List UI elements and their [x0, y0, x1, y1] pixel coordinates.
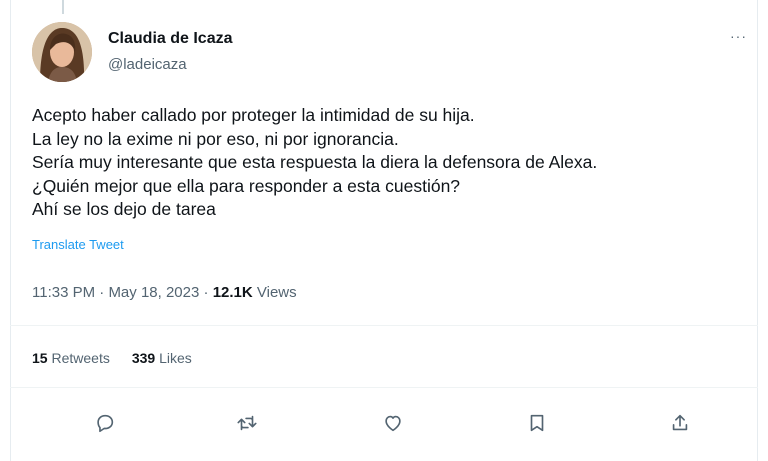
retweet-button[interactable] — [234, 410, 260, 436]
retweets-count: 15 — [32, 350, 48, 366]
likes-count: 339 — [131, 350, 156, 366]
author-handle[interactable]: @ladeicaza — [108, 56, 187, 73]
divider — [10, 325, 758, 326]
retweet-icon — [237, 415, 257, 431]
engagement-stats: 15 Retweets 339 Likes — [32, 350, 192, 366]
retweets-stat[interactable]: 15 Retweets — [32, 350, 110, 366]
likes-label: Likes — [159, 350, 192, 366]
tweet-line: La ley no la exime ni por eso, ni por ig… — [32, 128, 399, 149]
author-name[interactable]: Claudia de Icaza — [108, 30, 233, 48]
meta-separator: · — [95, 284, 109, 301]
tweet-line: ¿Quién mejor que ella para responder a e… — [32, 175, 461, 196]
meta-separator: · — [199, 284, 213, 301]
heart-icon — [385, 415, 401, 432]
thread-connector-line — [62, 0, 64, 14]
divider — [10, 387, 758, 388]
more-options-icon[interactable]: ··· — [730, 28, 747, 44]
tweet-line: Sería muy interesante que esta respuesta… — [32, 152, 598, 172]
tweet-line: Acepto haber callado por proteger la int… — [32, 105, 475, 125]
views-count: 12.1K — [212, 284, 253, 301]
bookmark-button[interactable] — [524, 410, 550, 436]
like-button[interactable] — [380, 410, 406, 436]
tweet-time[interactable]: 11:33 PM — [32, 284, 95, 301]
reply-button[interactable] — [92, 410, 118, 436]
share-icon — [672, 414, 688, 431]
translate-tweet-link[interactable]: Translate Tweet — [32, 237, 124, 252]
tweet-date[interactable]: May 18, 2023 — [108, 284, 199, 301]
retweets-label: Retweets — [51, 350, 110, 366]
tweet-text: Acepto haber callado por proteger la int… — [32, 104, 742, 222]
share-button[interactable] — [667, 410, 693, 436]
reply-icon — [97, 414, 114, 433]
views-label: Views — [256, 284, 297, 301]
bookmark-icon — [530, 414, 544, 432]
tweet-line: Ahí se los dejo de tarea — [32, 199, 216, 219]
avatar-portrait-icon — [32, 22, 92, 82]
likes-stat[interactable]: 339 Likes — [132, 350, 192, 366]
avatar[interactable] — [32, 22, 92, 82]
tweet-metadata: 11:33 PM · May 18, 2023 · 12.1K Views — [32, 284, 297, 301]
